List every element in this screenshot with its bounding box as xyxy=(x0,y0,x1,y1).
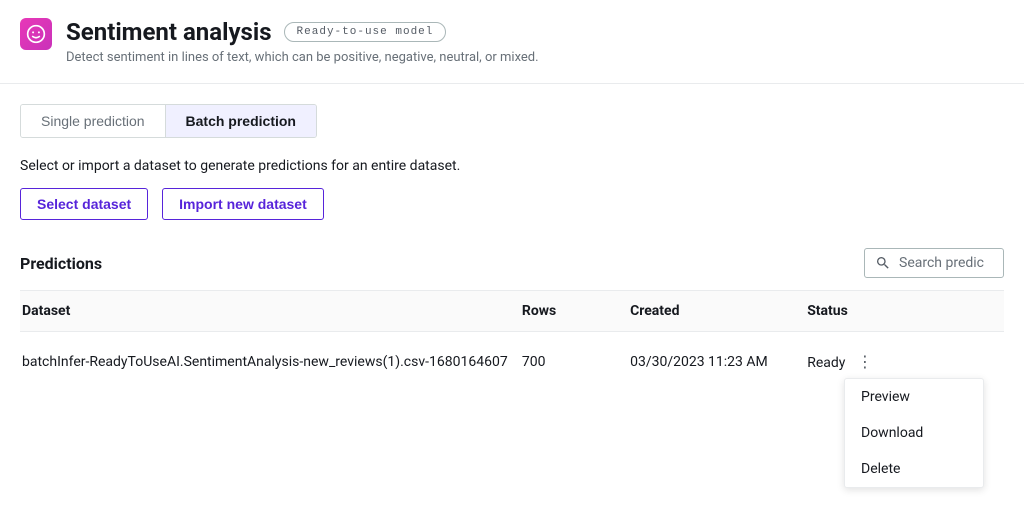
row-actions-button[interactable]: ⋮ xyxy=(849,348,881,375)
search-input[interactable]: Search predic xyxy=(864,248,1004,278)
prediction-tabs: Single prediction Batch prediction xyxy=(20,104,317,138)
help-text: Select or import a dataset to generate p… xyxy=(20,158,1004,174)
import-dataset-button[interactable]: Import new dataset xyxy=(162,188,324,220)
cell-created: 03/30/2023 11:23 AM xyxy=(630,332,807,392)
menu-preview[interactable]: Preview xyxy=(845,379,983,415)
tab-batch-prediction[interactable]: Batch prediction xyxy=(166,105,316,137)
col-dataset: Dataset xyxy=(20,291,522,332)
search-icon xyxy=(875,255,891,271)
row-actions-menu: Preview Download Delete xyxy=(844,378,984,488)
cell-dataset: batchInfer-ReadyToUseAI.SentimentAnalysi… xyxy=(20,332,522,392)
predictions-title: Predictions xyxy=(20,254,102,273)
sentiment-icon xyxy=(20,18,52,50)
model-badge: Ready-to-use model xyxy=(284,22,447,42)
page-header: Sentiment analysis Ready-to-use model De… xyxy=(0,0,1024,84)
tab-single-prediction[interactable]: Single prediction xyxy=(21,105,166,137)
menu-download[interactable]: Download xyxy=(845,415,983,451)
col-rows: Rows xyxy=(522,291,630,332)
page-subtitle: Detect sentiment in lines of text, which… xyxy=(66,50,1004,65)
col-status: Status xyxy=(807,291,1004,332)
col-created: Created xyxy=(630,291,807,332)
menu-delete[interactable]: Delete xyxy=(845,451,983,487)
select-dataset-button[interactable]: Select dataset xyxy=(20,188,148,220)
page-title: Sentiment analysis xyxy=(66,18,272,46)
search-placeholder: Search predic xyxy=(899,255,984,271)
predictions-table: Dataset Rows Created Status batchInfer-R… xyxy=(20,290,1004,391)
cell-rows: 700 xyxy=(522,332,630,392)
